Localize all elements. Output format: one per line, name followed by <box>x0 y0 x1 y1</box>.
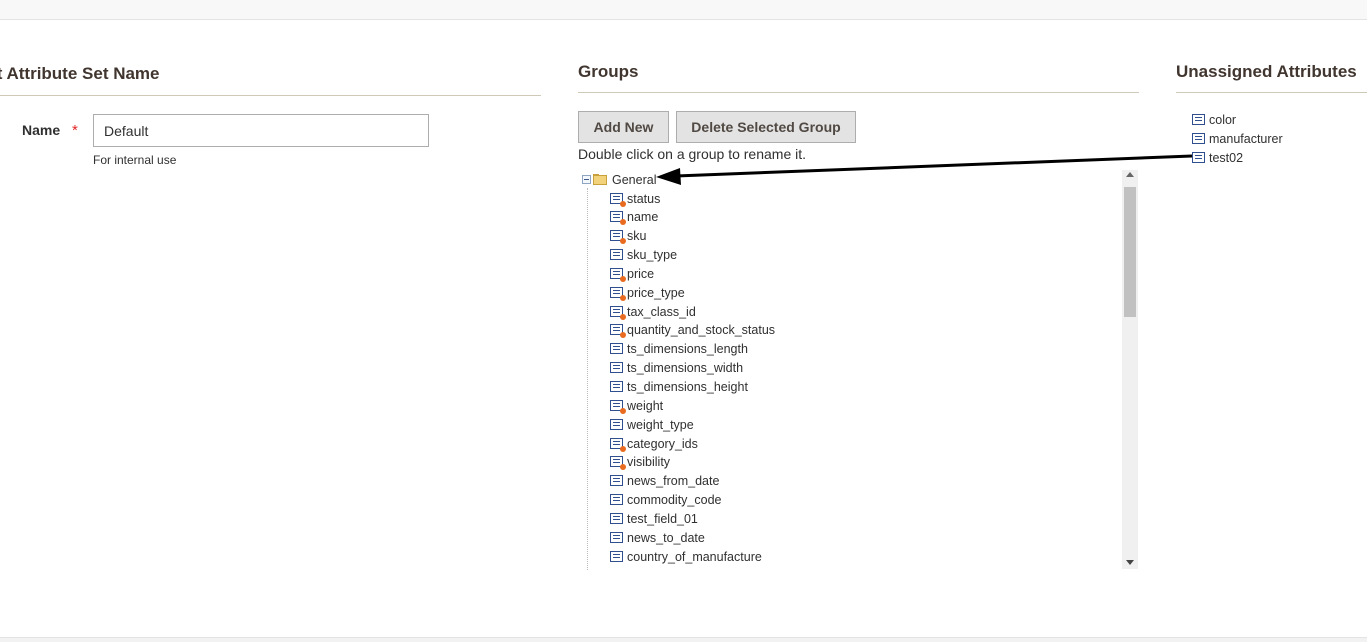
attribute-label: news_from_date <box>627 474 720 489</box>
attribute-icon <box>610 475 624 487</box>
attribute-label: ts_dimensions_height <box>627 380 748 394</box>
tree-attribute-item[interactable]: visibility <box>610 453 670 472</box>
tree-attribute-item[interactable]: tax_class_id <box>610 302 696 321</box>
tree-attribute-item[interactable]: ts_dimensions_width <box>610 359 743 378</box>
tree-attribute-item[interactable]: sku_type <box>610 246 677 265</box>
tree-attribute-item[interactable]: sku <box>610 227 646 246</box>
group-label: General <box>612 172 657 187</box>
attribute-icon <box>610 343 624 355</box>
attribute-label: test02 <box>1209 150 1244 165</box>
scroll-thumb[interactable] <box>1124 187 1136 317</box>
tree-attribute-item[interactable]: weight <box>610 396 663 415</box>
tree-attribute-item[interactable]: quantity_and_stock_status <box>610 321 775 340</box>
groups-title-divider <box>578 92 1139 93</box>
attribute-icon <box>610 418 624 431</box>
attribute-icon <box>610 381 624 393</box>
top-bar <box>0 0 1367 20</box>
tree-attribute-item[interactable]: weight_type <box>610 415 694 434</box>
name-note: For internal use <box>93 153 177 167</box>
system-attribute-icon <box>610 267 626 282</box>
attribute-icon <box>610 249 624 261</box>
folder-icon <box>593 173 609 186</box>
system-attribute-icon <box>610 211 626 226</box>
unassigned-attribute-item[interactable]: test02 <box>1192 148 1243 167</box>
attribute-label: price <box>627 266 655 281</box>
scroll-up-arrow-icon[interactable] <box>1126 172 1134 177</box>
attribute-label: test_field_01 <box>627 511 698 526</box>
attribute-icon <box>610 362 624 374</box>
tree-attribute-item[interactable]: ts_dimensions_height <box>610 378 748 397</box>
tree-scrollbar[interactable] <box>1122 170 1138 569</box>
attribute-label: name <box>627 210 659 225</box>
system-attribute-icon <box>610 230 626 245</box>
attribute-label: commodity_code <box>627 493 722 508</box>
tree-attribute-item[interactable]: name <box>610 208 658 227</box>
attribute-label: country_of_manufacture <box>627 549 762 564</box>
attribute-label: news_to_date <box>627 530 705 545</box>
attribute-icon <box>1192 151 1206 164</box>
attribute-icon <box>1192 113 1206 126</box>
attribute-label: weight <box>627 398 664 413</box>
tree-attribute-item[interactable]: country_of_manufacture <box>610 547 762 566</box>
unassigned-attributes-title: Unassigned Attributes <box>1176 62 1357 81</box>
attribute-label: status <box>627 191 661 206</box>
tree-attribute-item[interactable]: news_from_date <box>610 472 719 491</box>
unassigned-attribute-item[interactable]: color <box>1192 110 1236 129</box>
delete-selected-group-button[interactable]: Delete Selected Group <box>676 111 856 143</box>
system-attribute-icon <box>610 192 626 207</box>
attribute-label: ts_dimensions_length <box>627 342 748 357</box>
tree-attribute-item[interactable]: news_to_date <box>610 528 705 547</box>
groups-title: Groups <box>578 62 639 81</box>
attribute-set-name-input[interactable] <box>93 114 429 147</box>
bottom-bar <box>0 637 1367 642</box>
groups-tree[interactable]: General status name sku sku_typeprice price_… <box>578 170 1123 570</box>
scroll-down-arrow-icon[interactable] <box>1126 560 1134 565</box>
system-attribute-icon <box>610 437 626 452</box>
attribute-label: visibility <box>627 455 671 470</box>
attribute-icon <box>610 512 624 525</box>
system-attribute-icon <box>610 399 626 414</box>
tree-attribute-item[interactable]: price_type <box>610 283 685 302</box>
tree-group-general[interactable]: General <box>582 170 656 189</box>
edit-title-divider <box>0 95 541 96</box>
attribute-label: manufacturer <box>1209 131 1283 146</box>
add-new-group-button[interactable]: Add New <box>578 111 669 143</box>
attribute-label: price_type <box>627 285 685 300</box>
system-attribute-icon <box>610 305 626 320</box>
attribute-label: quantity_and_stock_status <box>627 323 776 338</box>
tree-attribute-item[interactable]: commodity_code <box>610 491 722 510</box>
required-star: * <box>72 122 78 139</box>
attribute-label: ts_dimensions_width <box>627 361 744 376</box>
attribute-label: category_ids <box>627 436 698 451</box>
edit-attribute-set-title: it Attribute Set Name <box>0 64 160 83</box>
unassigned-attribute-item[interactable]: manufacturer <box>1192 129 1283 148</box>
collapse-icon[interactable] <box>582 175 591 184</box>
tree-guide-line <box>587 188 588 570</box>
attribute-label: sku_type <box>627 248 678 263</box>
attribute-icon <box>610 531 624 544</box>
system-attribute-icon <box>610 456 626 471</box>
attribute-label: color <box>1209 112 1237 127</box>
attribute-label: weight_type <box>627 417 694 432</box>
tree-attribute-item[interactable]: ts_dimensions_length <box>610 340 748 359</box>
groups-hint: Double click on a group to rename it. <box>578 146 807 162</box>
system-attribute-icon <box>610 286 626 301</box>
attribute-label: sku <box>627 229 647 244</box>
attribute-label: tax_class_id <box>627 304 696 319</box>
tree-attribute-item[interactable]: test_field_01 <box>610 509 698 528</box>
attribute-icon <box>610 550 624 563</box>
system-attribute-icon <box>610 324 626 339</box>
name-label: Name <box>22 122 61 138</box>
tree-attribute-item[interactable]: status <box>610 189 660 208</box>
unassigned-title-divider <box>1176 92 1367 93</box>
tree-attribute-item[interactable]: price <box>610 264 654 283</box>
attribute-icon <box>610 494 624 506</box>
tree-attribute-item[interactable]: category_ids <box>610 434 698 453</box>
attribute-icon <box>1192 132 1206 145</box>
